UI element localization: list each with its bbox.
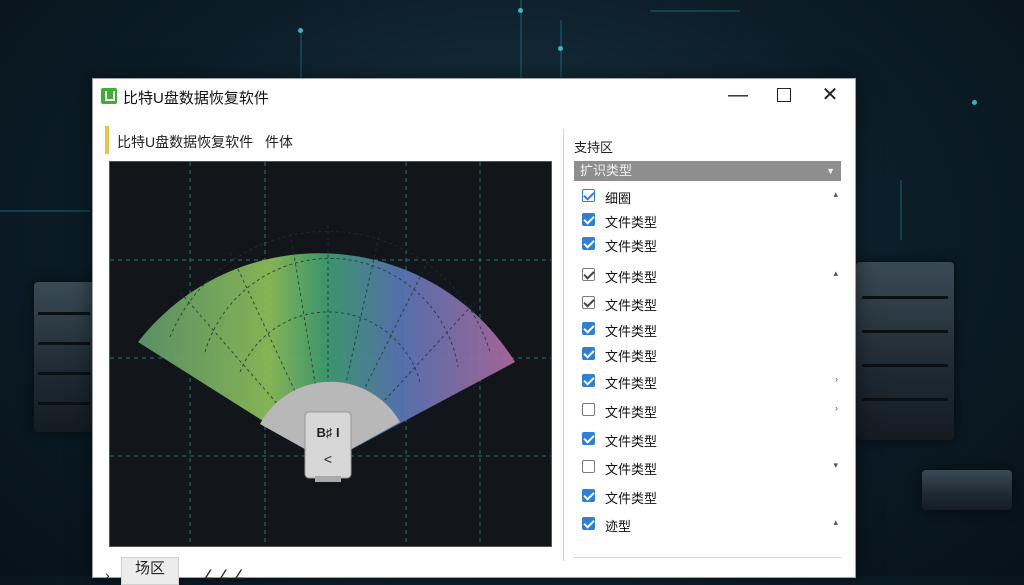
dropdown-value: 扩识类型: [580, 163, 633, 178]
device-label-top: B♯ I: [316, 425, 339, 440]
checkbox[interactable]: [582, 489, 595, 502]
chevron-icon[interactable]: ▴: [833, 189, 838, 200]
list-item[interactable]: 文件类型: [582, 293, 840, 315]
list-item[interactable]: 文件类型 ▴: [582, 265, 840, 287]
header-title: 比特U盘数据恢复软件: [117, 134, 254, 150]
server-rack-left: [34, 282, 94, 432]
list-item-label: 文件类型: [605, 405, 658, 420]
device-label-bottom: <: [324, 451, 332, 467]
list-item-label: 文件类型: [605, 324, 658, 339]
list-item-label: 细圈: [605, 191, 632, 206]
circuit-line: [650, 10, 740, 12]
checkbox[interactable]: [582, 268, 595, 281]
chevron-down-icon: ▼: [826, 166, 835, 176]
circuit-line: [0, 210, 90, 212]
list-item[interactable]: 文件类型: [582, 344, 840, 366]
checkbox[interactable]: [582, 460, 595, 473]
list-item[interactable]: 文件类型: [582, 234, 840, 256]
chevron-icon[interactable]: ›: [835, 403, 838, 413]
tab-area[interactable]: 场区: [121, 557, 179, 585]
list-item-label: 文件类型: [605, 239, 658, 254]
app-window: 比特U盘数据恢复软件 — ✕ 比特U盘数据恢复软件 件体 B♯ I < 支持区 …: [92, 78, 856, 585]
circuit-node: [972, 100, 977, 105]
list-item-label: 文件类型: [605, 491, 658, 506]
chevron-right-icon[interactable]: ›: [105, 567, 110, 583]
file-type-dropdown[interactable]: 扩识类型 ▼: [574, 161, 841, 181]
chevron-icon[interactable]: ▾: [833, 460, 838, 471]
app-logo-icon: [101, 88, 117, 104]
maximize-button[interactable]: [761, 79, 807, 113]
list-item[interactable]: 文件类型 ›: [582, 400, 840, 422]
list-item[interactable]: 文件类型: [582, 429, 840, 451]
list-item-label: 文件类型: [605, 270, 658, 285]
scan-visualization: B♯ I <: [110, 162, 551, 546]
checkbox[interactable]: [582, 237, 595, 250]
list-item[interactable]: 迹型 ▴: [582, 514, 840, 536]
checkbox[interactable]: [582, 517, 595, 530]
list-item-label: 文件类型: [605, 215, 658, 230]
header-accent-bar: [105, 126, 109, 154]
circuit-node: [298, 28, 303, 33]
checkbox[interactable]: [582, 374, 595, 387]
list-item[interactable]: 文件类型 ▾: [582, 457, 840, 479]
list-item-label: 迹型: [605, 519, 632, 534]
device-box: [922, 470, 1012, 510]
checkbox[interactable]: [582, 213, 595, 226]
list-item[interactable]: 文件类型: [582, 486, 840, 508]
circuit-line: [300, 30, 302, 78]
usb-device-icon: [304, 411, 352, 479]
list-bottom-divider: [574, 557, 841, 558]
circuit-node: [518, 8, 523, 13]
header-extra-label[interactable]: 件体: [265, 132, 293, 152]
list-item-label: 文件类型: [605, 434, 658, 449]
list-item[interactable]: 文件类型: [582, 319, 840, 341]
circuit-node: [558, 46, 563, 51]
scan-preview-panel: B♯ I <: [109, 161, 552, 547]
checkbox[interactable]: [582, 403, 595, 416]
maximize-icon: [777, 88, 791, 102]
list-item-label: 文件类型: [605, 298, 658, 313]
list-item-label: 文件类型: [605, 349, 658, 364]
checkbox[interactable]: [582, 189, 595, 202]
minimize-button[interactable]: —: [715, 79, 761, 113]
chevron-icon[interactable]: ▴: [833, 268, 838, 279]
title-bar[interactable]: 比特U盘数据恢复软件 — ✕: [93, 79, 855, 113]
list-item[interactable]: 细圈 ▴: [582, 186, 840, 208]
checkbox[interactable]: [582, 347, 595, 360]
checkbox[interactable]: [582, 296, 595, 309]
close-button[interactable]: ✕: [807, 79, 853, 113]
circuit-line: [900, 180, 902, 240]
right-panel-label: 支持区: [574, 140, 614, 155]
bottom-extra-label: ∠ ∠ ∠: [203, 567, 246, 582]
list-item-label: 文件类型: [605, 462, 658, 477]
chevron-icon[interactable]: ▴: [833, 517, 838, 528]
checkbox[interactable]: [582, 432, 595, 445]
checkbox[interactable]: [582, 322, 595, 335]
server-rack-right: [856, 262, 954, 440]
chevron-icon[interactable]: ›: [835, 374, 838, 384]
window-title: 比特U盘数据恢复软件: [123, 90, 269, 107]
list-item[interactable]: 文件类型 ›: [582, 371, 840, 393]
list-item-label: 文件类型: [605, 376, 658, 391]
panel-divider[interactable]: [563, 129, 564, 561]
list-item[interactable]: 文件类型: [582, 210, 840, 232]
